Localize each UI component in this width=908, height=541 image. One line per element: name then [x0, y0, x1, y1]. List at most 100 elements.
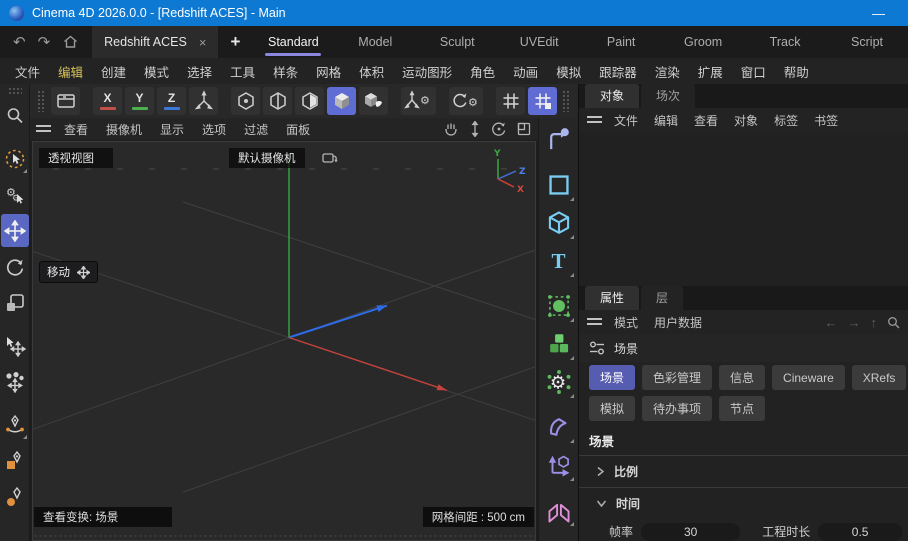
group-scale[interactable]: 比例 [579, 455, 908, 487]
deformer-button[interactable]: ⚙ [542, 364, 576, 400]
symmetry-button[interactable] [542, 492, 576, 528]
category-xrefs[interactable]: XRefs [852, 365, 907, 390]
enable-quantizing-button[interactable]: ⚙ [449, 87, 484, 115]
workplane-grid-button[interactable] [496, 87, 525, 115]
menu-create[interactable]: 创建 [92, 62, 135, 81]
timeline-collapsed-strip[interactable] [33, 534, 535, 538]
motion-camera-button[interactable] [542, 537, 576, 541]
am-search-icon[interactable] [887, 316, 900, 329]
volume-builder-button[interactable] [542, 326, 576, 362]
vp-menu-view[interactable]: 查看 [55, 121, 97, 138]
undo-icon[interactable]: ↶ [13, 33, 26, 51]
vp-menu-display[interactable]: 显示 [151, 121, 193, 138]
coordinate-system-button[interactable] [189, 87, 218, 115]
spline-circle-tool[interactable] [1, 480, 29, 513]
viewport-canvas[interactable]: 透视视图 默认摄像机 Y Z X 移动 [32, 141, 536, 541]
workspace-tab-uvedit[interactable]: UVEdit [498, 26, 580, 58]
menu-tracker[interactable]: 跟踪器 [590, 62, 646, 81]
view-name-label[interactable]: 透视视图 [39, 148, 113, 168]
pan-hand-icon[interactable] [443, 121, 459, 137]
move-tool[interactable] [1, 214, 29, 247]
om-menu-bookmarks[interactable]: 书签 [806, 112, 846, 129]
cube-primitive-button[interactable] [542, 205, 576, 241]
bend-deformer-button[interactable] [542, 409, 576, 445]
category-todo[interactable]: 待办事项 [642, 396, 712, 421]
category-simulation[interactable]: 模拟 [589, 396, 635, 421]
category-color-management[interactable]: 色彩管理 [642, 365, 712, 390]
lock-y-axis-button[interactable]: Y [125, 87, 154, 115]
orbit-icon[interactable] [491, 121, 507, 137]
menu-tools[interactable]: 工具 [221, 62, 264, 81]
rail-drag-handle[interactable] [8, 87, 22, 96]
menu-help[interactable]: 帮助 [775, 62, 818, 81]
document-tab[interactable]: Redshift ACES × [92, 26, 218, 58]
group-time[interactable]: 时间 [579, 487, 908, 519]
close-tab-icon[interactable]: × [199, 35, 207, 50]
spline-pen-tool[interactable] [1, 408, 29, 441]
menu-mode[interactable]: 模式 [135, 62, 178, 81]
point-transform-tool[interactable] [1, 365, 29, 398]
menu-render[interactable]: 渲染 [646, 62, 689, 81]
vp-menu-filter[interactable]: 过滤 [235, 121, 277, 138]
subdivision-surface-button[interactable] [542, 288, 576, 324]
om-menu-objects[interactable]: 对象 [726, 112, 766, 129]
selected-object-row[interactable]: 场景 [579, 334, 908, 362]
snapping-button[interactable] [528, 87, 557, 115]
commander-search-button[interactable] [1, 99, 29, 132]
lock-z-axis-button[interactable]: Z [157, 87, 186, 115]
tab-objects[interactable]: 对象 [585, 84, 639, 108]
om-hamburger-icon[interactable] [587, 116, 602, 125]
menu-mograph[interactable]: 运动图形 [393, 62, 461, 81]
home-icon[interactable] [62, 34, 79, 50]
workplane-button[interactable] [51, 87, 80, 115]
menu-extensions[interactable]: 扩展 [689, 62, 732, 81]
history-forward-icon[interactable]: → [848, 315, 861, 330]
workspace-tab-model[interactable]: Model [334, 26, 416, 58]
lock-x-axis-button[interactable]: X [93, 87, 122, 115]
workspace-tab-paint[interactable]: Paint [580, 26, 662, 58]
tab-layers[interactable]: 层 [641, 286, 683, 310]
toolbar-drag-handle-2[interactable] [562, 90, 571, 112]
texture-mode-button[interactable] [359, 87, 388, 115]
object-list[interactable] [579, 132, 908, 286]
workspace-tab-script[interactable]: Script [826, 26, 908, 58]
model-mode-button[interactable] [327, 87, 356, 115]
workspace-tab-sculpt[interactable]: Sculpt [416, 26, 498, 58]
menu-simulate[interactable]: 模拟 [547, 62, 590, 81]
menu-animate[interactable]: 动画 [504, 62, 547, 81]
menu-select[interactable]: 选择 [178, 62, 221, 81]
spline-rectangle-tool[interactable] [1, 444, 29, 477]
live-selection-tool[interactable] [1, 142, 29, 175]
edge-mode-button[interactable] [263, 87, 292, 115]
menu-mesh[interactable]: 网格 [307, 62, 350, 81]
fps-input[interactable]: 30 [641, 523, 740, 541]
project-duration-input[interactable]: 0.5 [818, 523, 902, 541]
transform-tool[interactable] [1, 329, 29, 362]
text-object-button[interactable]: T [542, 243, 576, 279]
hierarchy-up-icon[interactable]: ↑ [871, 315, 878, 330]
am-menu-mode[interactable]: 模式 [606, 314, 646, 331]
menu-edit[interactable]: 编辑 [49, 62, 92, 81]
menu-volume[interactable]: 体积 [350, 62, 393, 81]
spline-object-button[interactable] [542, 122, 576, 158]
menu-spline[interactable]: 样条 [264, 62, 307, 81]
minimize-button[interactable]: — [858, 6, 899, 21]
om-menu-view[interactable]: 查看 [686, 112, 726, 129]
vp-menu-cameras[interactable]: 摄像机 [97, 121, 151, 138]
new-document-button[interactable]: + [218, 26, 252, 58]
workspace-tab-track[interactable]: Track [744, 26, 826, 58]
category-info[interactable]: 信息 [719, 365, 765, 390]
null-axis-button[interactable] [542, 447, 576, 483]
camera-name-label[interactable]: 默认摄像机 [229, 148, 305, 168]
category-cineware[interactable]: Cineware [772, 365, 845, 390]
category-nodes[interactable]: 节点 [719, 396, 765, 421]
rectangle-spline-button[interactable] [542, 167, 576, 203]
scale-tool[interactable] [1, 286, 29, 319]
history-back-icon[interactable]: ← [825, 315, 838, 330]
viewport-hamburger-icon[interactable] [36, 125, 51, 134]
tool-settings-button[interactable]: ⚙⚙ [1, 178, 29, 211]
vp-menu-panel[interactable]: 面板 [277, 121, 319, 138]
tab-takes[interactable]: 场次 [641, 84, 695, 108]
dolly-icon[interactable] [468, 121, 482, 137]
rotate-tool[interactable] [1, 250, 29, 283]
